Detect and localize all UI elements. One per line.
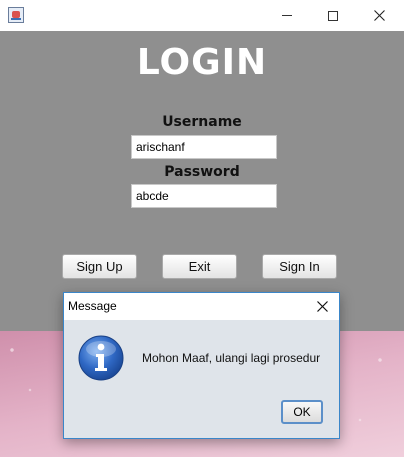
password-field[interactable] [131,184,277,208]
maximize-button[interactable] [310,0,356,31]
password-label: Password [164,164,240,180]
close-icon [316,301,328,312]
window-titlebar[interactable] [0,0,404,31]
dialog-title: Message [68,299,117,313]
dialog-close-button[interactable] [305,293,339,320]
username-label: Username [162,114,242,130]
message-dialog: Message Mohon Maaf, ulangi lagi prosedur… [63,292,340,439]
maximize-icon [328,10,338,21]
minimize-icon [282,15,292,16]
info-icon [78,335,124,381]
close-icon [373,10,385,21]
dialog-titlebar[interactable]: Message [64,293,339,320]
sign-in-button[interactable]: Sign In [262,254,337,279]
username-field[interactable] [131,135,277,159]
java-app-icon[interactable] [8,7,24,23]
minimize-button[interactable] [264,0,310,31]
dialog-message: Mohon Maaf, ulangi lagi prosedur [142,351,321,365]
sign-up-button[interactable]: Sign Up [62,254,137,279]
dialog-body: Mohon Maaf, ulangi lagi prosedur OK [64,320,339,438]
exit-button[interactable]: Exit [162,254,237,279]
window-close-button[interactable] [356,0,402,31]
login-window: LOGIN Username Password Sign Up Exit Sig… [0,0,404,331]
ok-button[interactable]: OK [281,400,323,424]
login-heading: LOGIN [136,42,268,83]
